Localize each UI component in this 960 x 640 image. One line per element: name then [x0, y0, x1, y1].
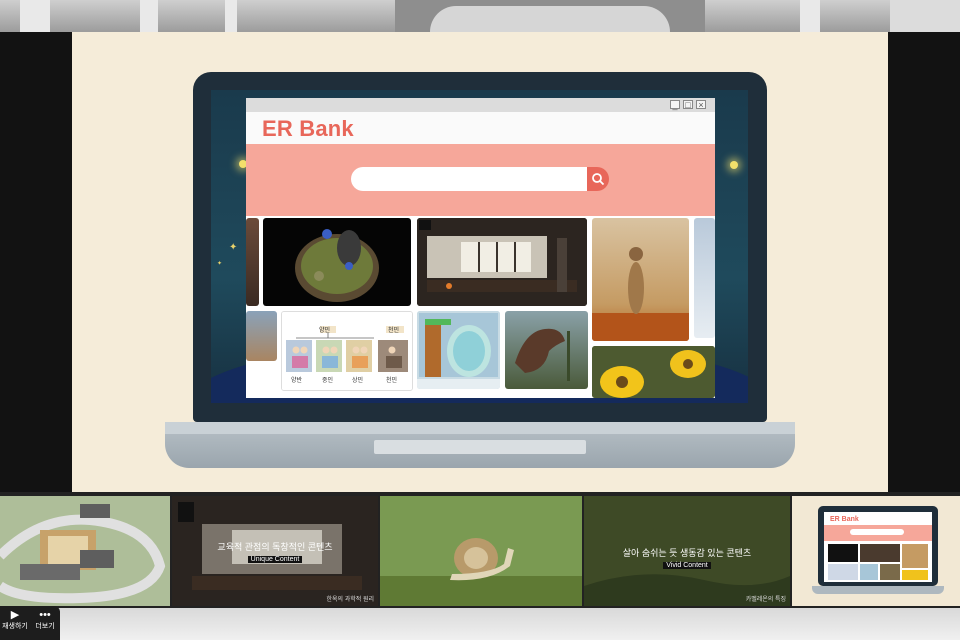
- scene-subtitle: Vivid Content: [663, 562, 711, 569]
- gallery-tile-flowers[interactable]: [592, 346, 715, 398]
- close-icon[interactable]: ×: [696, 100, 706, 110]
- more-label: 더보기: [35, 623, 55, 630]
- brand-row: ER Bank: [246, 112, 715, 144]
- gallery-tile-diorama[interactable]: [263, 218, 411, 306]
- more-button[interactable]: ••• 더보기: [30, 608, 60, 638]
- sparkle-icon: ✦: [217, 261, 223, 267]
- scene-thumb[interactable]: ER Bank: [792, 496, 960, 606]
- maximize-icon[interactable]: □: [683, 100, 693, 110]
- scene-thumb[interactable]: 살아 숨쉬는 듯 생동감 있는 콘텐츠 Vivid Content 카멜레온의 …: [584, 496, 790, 606]
- room-top-background: [0, 0, 960, 32]
- chart-label-top: 양민: [319, 328, 331, 334]
- mini-browser: ER Bank: [824, 512, 932, 582]
- gallery-tile-class-chart[interactable]: 양민 천민 양반 중인 상민 천민: [281, 311, 413, 391]
- gallery-tile[interactable]: [246, 311, 277, 361]
- scene-caption: 살아 숨쉬는 듯 생동감 있는 콘텐츠 Vivid Content: [584, 546, 790, 569]
- glow-dot: [730, 161, 738, 169]
- browser-window: _ □ × ER Bank 양민 천민 양반 중인 상민 천민: [246, 98, 715, 398]
- play-label: 재생하기: [2, 623, 28, 630]
- laptop-trackpad: [374, 440, 586, 454]
- chart-label-column: 중인: [322, 378, 334, 384]
- search-band: [246, 144, 715, 216]
- gallery-tile[interactable]: [694, 218, 715, 338]
- scene-thumb[interactable]: 교육적 관점의 독창적인 콘텐츠 Unique Content 한옥의 과학적 …: [172, 496, 378, 606]
- brand-logo[interactable]: ER Bank: [262, 116, 354, 142]
- scene-title: 살아 숨쉬는 듯 생동감 있는 콘텐츠: [622, 548, 752, 558]
- chart-label-right: 천민: [388, 328, 400, 334]
- scene-filmstrip: 교육적 관점의 독창적인 콘텐츠 Unique Content 한옥의 과학적 …: [0, 492, 960, 608]
- browser-titlebar: _ □ ×: [246, 98, 715, 112]
- scene-thumb[interactable]: [0, 496, 170, 606]
- mini-laptop-base: [812, 586, 944, 594]
- player-controls: ▶ 재생하기 ••• 더보기: [0, 606, 60, 640]
- minimize-icon[interactable]: _: [670, 100, 680, 110]
- scene-thumb[interactable]: [380, 496, 582, 606]
- mini-brand: ER Bank: [830, 516, 859, 523]
- room-floor: [0, 608, 960, 640]
- gallery-tile-egg[interactable]: [417, 311, 500, 389]
- scene-corner-label: 한옥의 과학적 원리: [326, 597, 375, 603]
- sparkle-icon: ✦: [229, 242, 238, 253]
- gallery-tile[interactable]: [246, 218, 259, 306]
- scene-caption: 교육적 관점의 독창적인 콘텐츠 Unique Content: [172, 540, 378, 563]
- gallery-tile-dinosaur[interactable]: [505, 311, 588, 389]
- video-letterbox-left: [0, 32, 72, 492]
- chart-label-column: 천민: [386, 378, 398, 384]
- room-arch-inner: [430, 6, 670, 32]
- search-input[interactable]: [351, 167, 587, 191]
- search-button[interactable]: [587, 167, 609, 191]
- search-icon: [592, 173, 605, 186]
- play-button[interactable]: ▶ 재생하기: [0, 608, 30, 638]
- scene-corner-label: 카멜레온의 특징: [745, 597, 786, 603]
- scene-subtitle: Unique Content: [247, 556, 303, 563]
- laptop-hinge: [165, 422, 795, 434]
- more-icon: •••: [39, 609, 51, 621]
- scene-title: 교육적 관점의 독창적인 콘텐츠: [217, 542, 333, 552]
- gallery-tile-meerkat[interactable]: [592, 218, 689, 341]
- image-gallery: 양민 천민 양반 중인 상민 천민: [246, 216, 715, 398]
- chart-label-column: 상민: [352, 378, 364, 384]
- play-icon: ▶: [10, 609, 20, 621]
- gallery-tile-hanok[interactable]: [417, 218, 587, 306]
- video-letterbox-right: [888, 32, 960, 492]
- chart-label-column: 양반: [291, 378, 303, 384]
